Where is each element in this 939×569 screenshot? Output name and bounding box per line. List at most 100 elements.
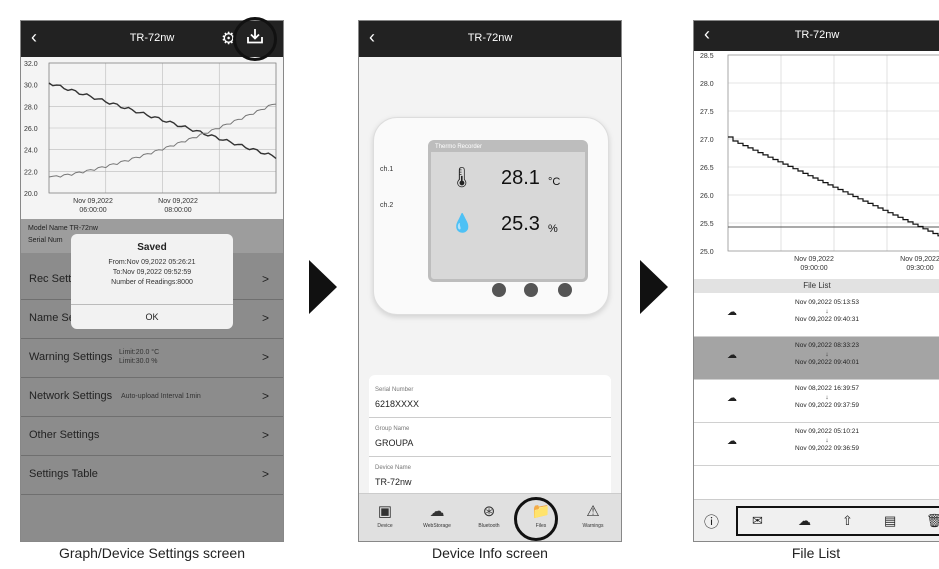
device-illustration: ch.1 ch.2 Thermo Recorder 🌡 28.1 °C 💧 25… <box>373 117 609 315</box>
caption-screen1: Graph/Device Settings screen <box>59 545 245 561</box>
y-tick-label: 26.0 <box>24 126 38 133</box>
file-to: Nov 09,2022 09:36:59 <box>795 445 859 452</box>
y-tick-label: 28.0 <box>24 104 38 111</box>
cloud-icon: ☁ <box>727 307 737 318</box>
tab-label: Bluetooth <box>478 523 500 529</box>
tab-bluetooth[interactable]: ⊛ Bluetooth <box>463 502 515 529</box>
dialog-title: Saved <box>137 242 167 253</box>
x-tick-label: Nov 09,2022 <box>73 198 113 205</box>
row-label: Warning Settings <box>29 351 113 363</box>
y-tick-label: 20.0 <box>24 191 38 198</box>
graph-panel: 32.0 30.0 28.0 26.0 24.0 22.0 20.0 Nov 09,2022 0… <box>21 57 283 219</box>
field-value: TR-72nw <box>375 477 412 487</box>
device-header: Thermo Recorder <box>431 143 585 152</box>
row-sub-1: Auto-upload Interval 1min <box>121 393 201 400</box>
serial-line: Serial Num <box>28 237 63 244</box>
device-name-field: Device Name TR-72nw <box>369 457 611 493</box>
x-tick-label: 09:00:00 <box>800 265 827 272</box>
water-drop-icon: 💧 <box>451 213 474 233</box>
dialog-from: From:Nov 09,2022 05:26:21 <box>108 259 196 266</box>
x-tick-label: Nov 09,2022 <box>158 198 198 205</box>
y-tick-label: 22.0 <box>24 169 38 176</box>
file-list-item[interactable]: ☁ Nov 09,2022 05:10:21 ↓ Nov 09,2022 09:36:… <box>694 423 939 466</box>
y-tick-label: 27.5 <box>700 109 714 116</box>
cloud-icon: ☁ <box>727 350 737 361</box>
field-label: Group Name <box>375 426 410 432</box>
y-tick-label: 27.0 <box>700 137 714 144</box>
row-label: Other Settings <box>29 429 100 441</box>
tab-label: WebStorage <box>423 523 451 529</box>
x-tick-label: Nov 09,2022 <box>794 256 834 263</box>
arrow-down-icon: ↓ <box>825 307 829 315</box>
x-tick-label: 08:00:00 <box>164 207 191 214</box>
ok-button[interactable]: OK <box>71 304 233 329</box>
y-tick-label: 26.0 <box>700 193 714 200</box>
caption-screen2: Device Info screen <box>432 545 548 561</box>
file-list-item[interactable]: ☁ Nov 09,2022 08:33:23 ↓ Nov 09,2022 09:40:… <box>694 337 939 380</box>
tab-webstorage[interactable]: ☁ WebStorage <box>411 502 463 529</box>
chevron-right-icon: > <box>261 311 269 325</box>
tab-device[interactable]: ▣ Device <box>359 502 411 529</box>
humidity-unit: % <box>548 223 558 235</box>
file-list-item[interactable]: ☁ Nov 09,2022 05:13:53 ↓ Nov 09,2022 09:40:… <box>694 294 939 337</box>
dialog-to: To:Nov 09,2022 09:52:59 <box>112 269 192 276</box>
settings-row-other[interactable]: Other Settings > <box>21 417 283 456</box>
graph-device-settings-screen: ‹ TR-72nw ⚙ 32.0 30.0 28.0 26.0 24.0 22.0 20.0… <box>20 20 284 542</box>
file-to: Nov 09,2022 09:40:01 <box>795 359 859 366</box>
cloud-icon: ☁ <box>727 393 737 404</box>
file-from: Nov 08,2022 16:39:57 <box>795 385 859 392</box>
arrow-down-icon: ↓ <box>825 393 829 401</box>
settings-row-warning[interactable]: Warning Settings Limit:20.0 °C Limit:30.… <box>21 339 283 378</box>
button-dot <box>558 283 572 297</box>
file-graph[interactable]: 28.5 28.0 27.5 27.0 26.5 26.0 25.5 25.0 Nov 09,2… <box>694 51 939 279</box>
field-label: Serial Number <box>375 387 414 393</box>
thermometer-icon: 🌡 <box>449 167 475 189</box>
tab-warnings[interactable]: ⚠ Warnings <box>567 502 619 529</box>
info-icon[interactable]: ⓘ <box>704 511 719 532</box>
temperature-value: 28.1 <box>501 167 540 189</box>
file-from: Nov 09,2022 08:33:23 <box>795 342 859 349</box>
file-from: Nov 09,2022 05:10:21 <box>795 428 859 435</box>
arrow-down-icon: ↓ <box>825 436 829 444</box>
download-highlight-circle <box>233 17 277 61</box>
file-list-screen: ‹ TR-72nw 28.5 28.0 27.5 27.0 26.5 26.0 25.5 25… <box>693 20 939 542</box>
warning-icon: ⚠ <box>586 503 600 520</box>
device-icon: ▣ <box>377 503 393 520</box>
y-tick-label: 32.0 <box>24 61 38 68</box>
temperature-unit: °C <box>548 176 561 188</box>
caption-screen3: File List <box>791 545 841 561</box>
x-tick-label: 09:30:00 <box>906 265 933 272</box>
cloud-icon: ☁ <box>727 436 737 447</box>
field-value: 6218XXXX <box>375 399 420 409</box>
serial-number-field: Serial Number 6218XXXX <box>369 379 611 418</box>
tab-label: Device <box>377 523 393 529</box>
x-tick-label: 06:00:00 <box>79 207 106 214</box>
y-tick-label: 25.0 <box>700 249 714 256</box>
device-info-screen: ‹ TR-72nw ch.1 ch.2 Thermo Recorder 🌡 28… <box>358 20 622 542</box>
y-tick-label: 24.0 <box>24 148 38 155</box>
settings-row-network[interactable]: Network Settings Auto-upload Interval 1m… <box>21 378 283 417</box>
files-highlight-circle <box>514 497 558 541</box>
file-from: Nov 09,2022 05:13:53 <box>795 299 859 306</box>
screen-title: TR-72nw <box>467 32 513 44</box>
y-tick-label: 25.5 <box>700 221 714 228</box>
row-label: Network Settings <box>29 390 113 402</box>
bluetooth-icon: ⊛ <box>482 503 496 520</box>
top-bar: ‹ TR-72nw <box>694 21 939 51</box>
chevron-right-icon: > <box>261 428 269 442</box>
saved-dialog: Saved From:Nov 09,2022 05:26:21 To:Nov 0… <box>71 234 233 329</box>
temperature-humidity-graph[interactable]: 32.0 30.0 28.0 26.0 24.0 22.0 20.0 Nov 09,2022 0… <box>21 57 283 219</box>
settings-row-table[interactable]: Settings Table > <box>21 456 283 495</box>
device-display: Thermo Recorder 🌡 28.1 °C 💧 25.3 % <box>428 140 588 282</box>
y-tick-label: 28.5 <box>700 53 714 60</box>
row-sub-2: Limit:30.0 % <box>119 358 158 365</box>
chevron-right-icon: > <box>261 389 269 403</box>
graph-panel: 28.5 28.0 27.5 27.0 26.5 26.0 25.5 25.0 Nov 09,2… <box>694 51 939 279</box>
file-list-item[interactable]: ☁ Nov 08,2022 16:39:57 ↓ Nov 09,2022 09:37:… <box>694 380 939 423</box>
cloud-icon: ☁ <box>429 503 445 520</box>
row-sub-1: Limit:20.0 °C <box>119 349 160 356</box>
y-tick-label: 30.0 <box>24 83 38 90</box>
x-tick-label: Nov 09,2022 <box>900 256 939 263</box>
field-label: Device Name <box>375 465 412 471</box>
ch1-label: ch.1 <box>380 166 394 173</box>
